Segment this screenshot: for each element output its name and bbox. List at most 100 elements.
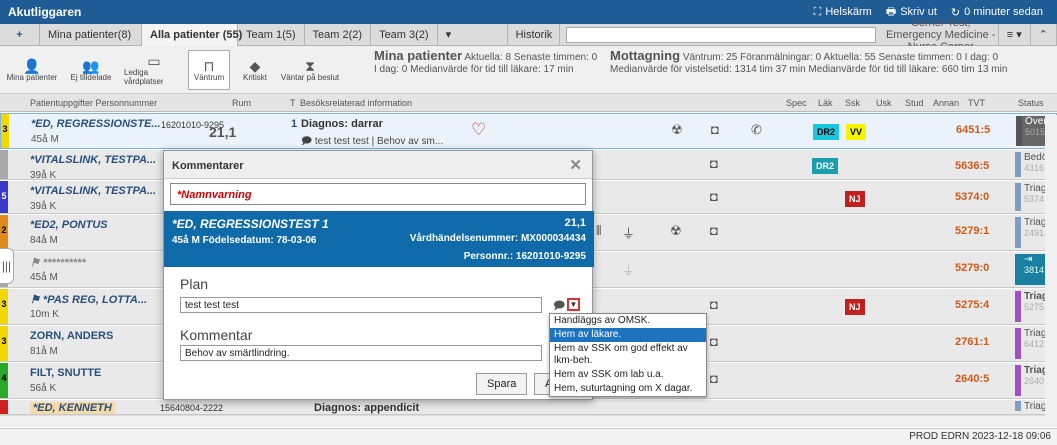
- patient-name: FILT, SNUTTE: [30, 367, 102, 379]
- patient-name: *ED, KENNETH: [30, 402, 115, 414]
- save-button[interactable]: Spara: [476, 373, 528, 395]
- nurse-badge[interactable]: VV: [846, 124, 867, 140]
- horizontal-scrollbar[interactable]: [0, 415, 1045, 427]
- side-panel-toggle[interactable]: |||: [0, 248, 14, 284]
- iv-icon[interactable]: ⫴: [596, 223, 601, 239]
- col-info[interactable]: Besöksrelaterad information: [300, 98, 412, 108]
- dropdown-option[interactable]: Hem av läkare.: [550, 328, 706, 342]
- critical-icon: ◆: [249, 57, 261, 74]
- doctor-badge[interactable]: DR2: [812, 158, 839, 174]
- nurse-badge[interactable]: NJ: [845, 191, 865, 207]
- search-input[interactable]: [565, 26, 876, 43]
- lab-icon[interactable]: ◘: [711, 122, 719, 137]
- menu-button[interactable]: ≡ ▾: [997, 23, 1031, 46]
- col-usk[interactable]: Usk: [876, 98, 892, 108]
- ekg-icon[interactable]: ⏚: [622, 223, 635, 242]
- tab-team-3[interactable]: Team 3(2): [371, 23, 438, 46]
- radiation-icon[interactable]: ☢: [670, 223, 682, 239]
- tab-team-2[interactable]: Team 2(2): [305, 23, 372, 46]
- chair-icon: ⊓: [203, 57, 215, 74]
- lab-icon[interactable]: ◘: [710, 223, 718, 238]
- table-row[interactable]: 3 *ED, REGRESSIONSTE... 45å M 16201010-9…: [0, 113, 1057, 149]
- lab-icon[interactable]: ◘: [710, 189, 718, 204]
- filter-toolbar: 👤 Mina patienter 👥 Ej tilldelade ▭ Lediga v…: [0, 46, 1057, 94]
- tvt-value: 5636:5: [955, 160, 990, 172]
- add-tab-button[interactable]: +: [0, 23, 40, 46]
- dropdown-option[interactable]: Hem av SSK om lab u.a.: [550, 368, 706, 382]
- col-patient[interactable]: Patientuppgifter Personnummer: [30, 98, 157, 108]
- lab-icon[interactable]: ◘: [710, 156, 718, 171]
- filter-mina-patienter[interactable]: 👤 Mina patienter: [6, 50, 58, 90]
- patient-name: ⚑ *PAS REG, LOTTA...: [30, 294, 148, 306]
- fullscreen-icon: ⛶: [813, 5, 822, 18]
- col-spec[interactable]: Spec: [786, 98, 807, 108]
- tvt-value: 2640:5: [955, 373, 990, 385]
- col-annan[interactable]: Annan: [933, 98, 959, 108]
- diagnosis: Diagnos: darrar: [301, 118, 383, 130]
- filter-kritiskt[interactable]: ◆ Kritiskt: [234, 50, 276, 90]
- dropdown-option[interactable]: Hem, suturtagning om X dagar.: [550, 382, 706, 396]
- filter-vantar-pa-beslut[interactable]: ⧗ Väntar på beslut: [280, 50, 340, 90]
- tab-team-1[interactable]: Team 1(5): [238, 23, 305, 46]
- chevron-down-icon: ▾: [445, 29, 452, 41]
- tabs-dropdown-button[interactable]: ▾: [438, 23, 508, 46]
- doctor-badge[interactable]: DR2: [813, 124, 840, 140]
- tvt-value: 5279:0: [955, 262, 990, 274]
- col-room[interactable]: Rum: [232, 98, 251, 108]
- lab-icon[interactable]: ◘: [710, 297, 718, 312]
- tvt-value: 5275:4: [955, 299, 990, 311]
- dropdown-option[interactable]: Handläggs av OMSK.: [550, 314, 706, 328]
- col-t[interactable]: T: [290, 98, 296, 108]
- dialog-title: Kommentarer: [172, 160, 244, 172]
- priority-indicator: 2: [0, 215, 8, 250]
- tab-mina-patienter[interactable]: Mina patienter(8): [40, 23, 142, 46]
- comment-input[interactable]: Behov av smärtlindring.: [180, 345, 542, 361]
- patient-name: *ED2, PONTUS: [30, 219, 108, 231]
- patient-pnr: 15640804-2222: [160, 403, 224, 413]
- lab-icon[interactable]: ◘: [710, 371, 718, 386]
- tab-alla-patienter[interactable]: Alla patienter (55): [142, 23, 242, 46]
- hourglass-icon: ⧗: [305, 57, 315, 74]
- row-comment[interactable]: 🗩 test test test | Behov av sm...: [301, 134, 443, 151]
- flag-icon: ⚑: [30, 294, 43, 306]
- tvt-value: 5279:1: [955, 225, 990, 237]
- col-stud[interactable]: Stud: [905, 98, 924, 108]
- room-number: 21,1: [209, 124, 237, 140]
- filter-ej-tilldelade[interactable]: 👥 Ej tilldelade: [62, 50, 120, 90]
- plan-input[interactable]: test test test: [180, 297, 542, 313]
- fullscreen-button[interactable]: ⛶ Helskärm: [814, 6, 872, 19]
- patient-age: 39å K: [30, 201, 57, 212]
- table-row[interactable]: *ED, KENNETH 15640804-2222 Diagnos: appe…: [0, 400, 1057, 415]
- patient-age: 10m K: [30, 309, 59, 320]
- phone-icon[interactable]: ✆: [751, 122, 762, 138]
- exit-icon: ⇥: [1024, 254, 1033, 265]
- collapse-button[interactable]: ⌃: [1031, 23, 1057, 46]
- flag-icon: ⚑: [30, 257, 43, 269]
- heart-icon[interactable]: ♡: [471, 120, 486, 140]
- dropdown-option[interactable]: Hem av SSK om god effekt av lkm-beh.: [550, 342, 706, 368]
- bed-icon: ▭: [147, 53, 161, 69]
- patient-age: 39å K: [30, 170, 57, 181]
- nurse-badge[interactable]: NJ: [845, 299, 865, 315]
- radiation-icon[interactable]: ☢: [671, 122, 683, 138]
- filter-lediga-vardplatser[interactable]: ▭ Lediga vårdplatser: [124, 50, 184, 90]
- close-icon[interactable]: ✕: [569, 156, 582, 174]
- plan-dropdown-list: Handläggs av OMSK. Hem av läkare. Hem av…: [549, 313, 707, 397]
- user-icon: 👤: [23, 57, 41, 74]
- dialog-header: Kommentarer ✕: [164, 151, 592, 179]
- col-status[interactable]: Status: [1018, 98, 1044, 108]
- filter-vantrum[interactable]: ⊓ Väntrum: [188, 50, 230, 90]
- col-ssk[interactable]: Ssk: [845, 98, 860, 108]
- col-lak[interactable]: Läk: [818, 98, 833, 108]
- patient-band: *ED, REGRESSIONSTEST 1 21,1 45å M Födels…: [164, 211, 594, 267]
- plan-dropdown-button[interactable]: ▼: [567, 298, 580, 311]
- stats-mottagning: Mottagning Väntrum: 25 Föranmälningar: 0…: [610, 48, 1008, 75]
- lab-icon[interactable]: ◘: [710, 334, 718, 349]
- vertical-scrollbar[interactable]: [1045, 115, 1057, 427]
- tab-historik[interactable]: Historik: [508, 23, 560, 46]
- col-tvt[interactable]: TVT: [968, 98, 985, 108]
- patient-age: 45å M: [30, 272, 58, 283]
- dialog-room: 21,1: [564, 217, 586, 229]
- ekg-icon[interactable]: ⏚: [622, 260, 635, 279]
- tvt-value: 2761:1: [955, 336, 990, 348]
